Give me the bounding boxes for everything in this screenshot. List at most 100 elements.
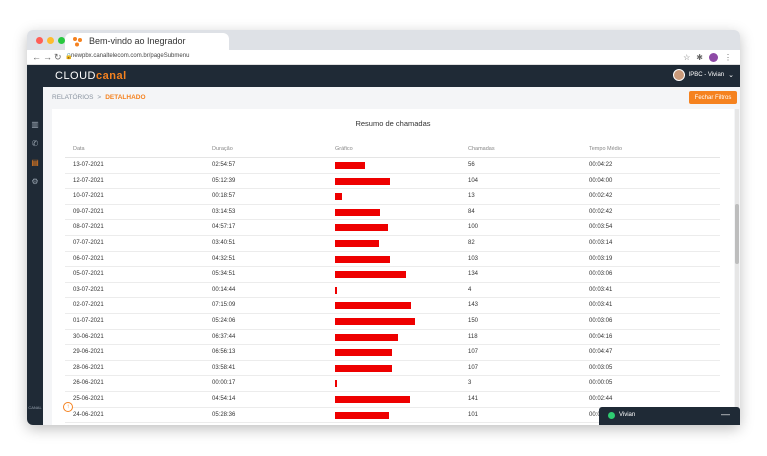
cell-calls: 100 [468, 224, 479, 231]
chart-bar [335, 193, 342, 201]
cell-date: 10-07-2021 [73, 193, 104, 200]
cell-date: 13-07-2021 [73, 162, 104, 168]
chart-bar [335, 411, 389, 419]
cell-date: 12-07-2021 [73, 177, 104, 184]
cell-calls: 141 [468, 396, 479, 402]
extensions-icon[interactable]: ✱ [696, 51, 703, 64]
table-row: 05-07-2021 05:34:51 134 00:03:06 [65, 267, 720, 283]
cell-date: 25-06-2021 [73, 396, 104, 402]
cell-date: 30-06-2021 [73, 333, 104, 340]
address-bar: ← → ↻ 🔒 newpbx.canaltelecom.com.br/pageS… [27, 50, 740, 65]
browser-actions: ☆ ✱ ⋮ [683, 51, 732, 64]
scrollbar-thumb[interactable] [735, 204, 739, 264]
user-menu[interactable]: IPBC - Vivian ⌄ [672, 69, 734, 81]
cell-date: 02-07-2021 [73, 302, 104, 309]
minimize-icon[interactable]: — [721, 409, 730, 419]
cell-calls: 84 [468, 208, 475, 215]
cell-duration: 05:34:51 [212, 271, 236, 278]
chart-bar [335, 224, 389, 232]
chart-bar [335, 177, 391, 185]
chart-bar [335, 302, 412, 310]
cell-calls: 13 [468, 193, 475, 200]
menu-icon[interactable]: ⋮ [724, 51, 732, 64]
reload-icon[interactable]: ↻ [54, 51, 62, 64]
table-row: 13-07-2021 02:54:57 56 00:04:22 [65, 158, 720, 174]
sidebar-item-calls[interactable]: ✆ [30, 139, 40, 149]
column-header-duration: Duração [212, 146, 233, 152]
table-row: 08-07-2021 04:57:17 100 00:03:54 [65, 220, 720, 236]
cell-duration: 06:37:44 [212, 333, 236, 340]
cell-duration: 00:00:17 [212, 380, 236, 387]
breadcrumb-current: DETALHADO [105, 94, 146, 101]
breadcrumb-root[interactable]: RELATÓRIOS [52, 94, 93, 101]
cell-calls: 4 [468, 286, 472, 293]
logo-text-canal: canal [96, 70, 127, 82]
close-filters-button[interactable]: Fechar Filtros [689, 91, 737, 104]
cell-duration: 07:15:09 [212, 302, 236, 309]
chart-bar [335, 255, 390, 263]
star-icon[interactable]: ☆ [683, 51, 690, 64]
column-header-calls: Chamadas [468, 146, 495, 152]
chat-widget[interactable]: Vivian — [599, 407, 740, 425]
chart-bar [335, 380, 337, 388]
back-icon[interactable]: ← [32, 51, 41, 64]
cell-date: 05-07-2021 [73, 271, 104, 278]
cell-date: 07-07-2021 [73, 240, 104, 246]
url-input[interactable]: newpbx.canaltelecom.com.br/pageSubmenu [71, 53, 189, 59]
window-maximize-button[interactable] [58, 37, 65, 44]
chevron-down-icon: ⌄ [728, 72, 734, 79]
scrollbar[interactable] [735, 109, 739, 425]
cell-date: 01-07-2021 [73, 318, 104, 324]
table-row: 25-06-2021 04:54:14 141 00:02:44 [65, 392, 720, 408]
cell-date: 26-06-2021 [73, 380, 104, 387]
cell-calls: 118 [468, 333, 478, 340]
browser-tab[interactable]: Bem-vindo ao Inegrador [65, 33, 229, 50]
cell-date: 28-06-2021 [73, 364, 104, 371]
chart-bar [335, 333, 398, 341]
avatar [672, 69, 685, 81]
scroll-up-button[interactable]: ↑ [63, 402, 73, 412]
breadcrumb-separator: > [97, 94, 102, 101]
table-row: 06-07-2021 04:32:51 103 00:03:19 [65, 252, 720, 268]
cell-avg-time: 00:03:19 [589, 255, 613, 262]
cell-duration: 00:18:57 [212, 193, 236, 200]
cell-avg-time: 00:00:05 [589, 380, 613, 387]
chart-bar [335, 162, 365, 169]
online-status-icon [608, 412, 615, 419]
profile-icon[interactable] [709, 53, 718, 62]
forward-icon[interactable]: → [43, 51, 52, 64]
gear-icon: ⚙ [31, 177, 39, 186]
report-title: Resumo de chamadas [355, 119, 431, 128]
cell-avg-time: 00:03:41 [589, 302, 613, 309]
column-header-chart: Gráfico [335, 146, 353, 152]
cell-calls: 3 [468, 380, 472, 387]
browser-tabbar: Bem-vindo ao Inegrador [27, 30, 740, 50]
cell-duration: 05:28:36 [212, 411, 236, 418]
window-minimize-button[interactable] [47, 37, 54, 44]
cell-calls: 107 [468, 364, 479, 371]
cell-calls: 82 [468, 240, 475, 246]
window-close-button[interactable] [36, 37, 43, 44]
main-content: RELATÓRIOS > DETALHADO Fechar Filtros Resu… [43, 87, 740, 425]
table-row: 03-07-2021 00:14:44 4 00:03:41 [65, 283, 720, 299]
sidebar-item-dashboard[interactable]: ▥ [30, 120, 40, 130]
table-row: 26-06-2021 00:00:17 3 00:00:05 [65, 376, 720, 392]
cell-calls: 134 [468, 271, 479, 278]
sidebar: ▥ ✆ ▤ ⚙ CANAL [27, 87, 43, 425]
cell-avg-time: 00:03:14 [589, 240, 613, 246]
logo-text-cloud: CLOUD [55, 70, 97, 82]
table-row: 09-07-2021 03:14:53 84 00:02:42 [65, 205, 720, 221]
cell-avg-time: 00:04:00 [589, 177, 613, 184]
app-header: CLOUDcanal IPBC - Vivian ⌄ [27, 65, 740, 87]
table-row: 10-07-2021 00:18:57 13 00:02:42 [65, 189, 720, 205]
user-name: IPBC - Vivian [688, 72, 725, 78]
sidebar-item-reports[interactable]: ▤ [30, 158, 40, 168]
cell-date: 29-06-2021 [73, 349, 104, 356]
cell-avg-time: 00:03:05 [589, 364, 613, 371]
table-row: 30-06-2021 06:37:44 118 00:04:16 [65, 330, 720, 346]
cell-avg-time: 00:04:22 [589, 162, 613, 168]
document-icon: ▤ [31, 158, 39, 167]
cell-avg-time: 00:04:47 [589, 349, 613, 356]
sidebar-item-settings[interactable]: ⚙ [30, 177, 40, 187]
cell-calls: 150 [468, 318, 479, 324]
